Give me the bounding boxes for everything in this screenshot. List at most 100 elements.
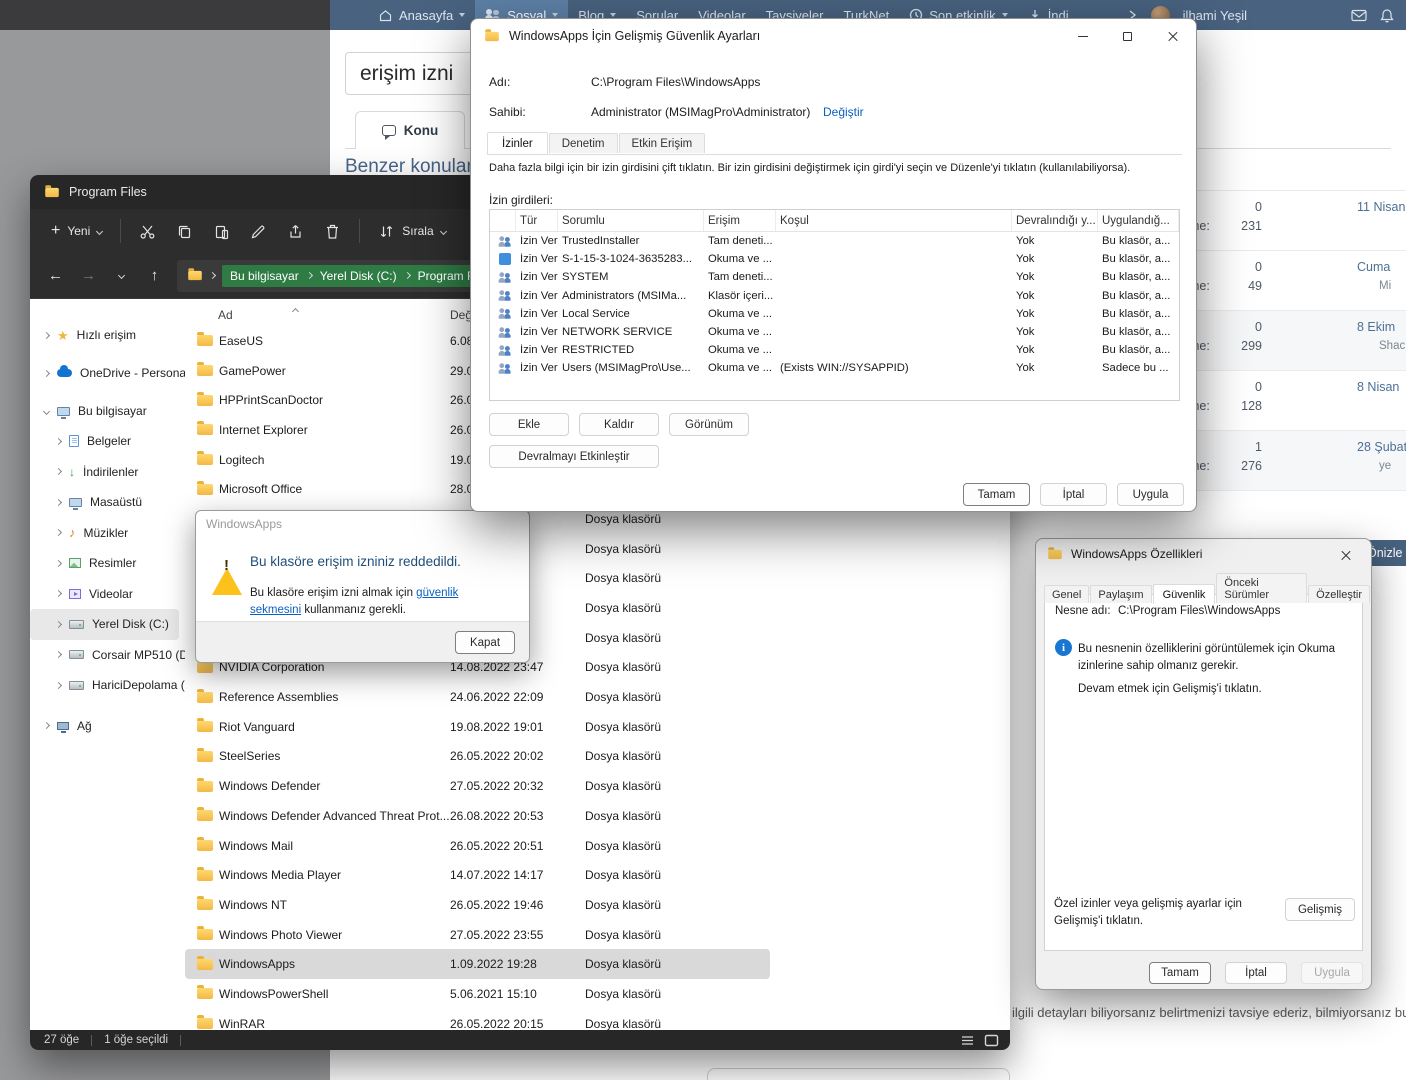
column-type[interactable]: Tür [516, 210, 558, 231]
permission-entry-row[interactable]: İzin Ver NETWORK SERVICE Okuma ve ... Yok Bu… [490, 323, 1179, 341]
close-button[interactable] [1150, 20, 1195, 53]
icons-view-button[interactable] [982, 1032, 1000, 1048]
dialog-title-bar[interactable]: WindowsApps [196, 511, 529, 537]
tab-genel[interactable]: Genel [1044, 585, 1090, 603]
back-button[interactable] [40, 260, 71, 291]
permission-entry-row[interactable]: İzin Ver Users (MSIMagPro\Use... Okuma ve … [490, 359, 1179, 377]
ok-button[interactable]: Tamam [1149, 962, 1211, 984]
file-row[interactable]: Reference Assemblies 24.06.2022 22:09 Dosy… [185, 682, 1010, 712]
file-row[interactable]: Windows NT 26.05.2022 19:46 Dosya klasörü [185, 890, 1010, 920]
column-header-date[interactable]: Değ [450, 308, 472, 322]
file-row-selected[interactable]: WindowsApps 1.09.2022 19:28 Dosya klasörü [185, 949, 770, 980]
sidebar-item-this-pc[interactable]: Bu bilgisayar [30, 396, 185, 426]
column-access[interactable]: Erişim [704, 210, 776, 231]
sidebar-item-indirilenler[interactable]: İndirilenler [30, 457, 185, 488]
column-header-name[interactable]: Ad [218, 308, 233, 322]
sidebar-item-network[interactable]: Ağ [30, 711, 185, 741]
thread-date-link[interactable]: 8 Ekim [1357, 320, 1395, 334]
address-selected-path[interactable]: Bu bilgisayar Yerel Disk (C:) Program Fi… [222, 264, 501, 287]
thread-date-link[interactable]: 8 Nisan [1357, 380, 1399, 394]
sort-button[interactable]: Sırala [369, 216, 454, 247]
file-row[interactable]: Windows Photo Viewer 27.05.2022 23:55 Dosy… [185, 920, 1010, 950]
ok-button[interactable]: Tamam [963, 483, 1030, 506]
share-button[interactable] [278, 216, 313, 247]
column-condition[interactable]: Koşul [776, 210, 1012, 231]
new-button[interactable]: Yeni [42, 216, 111, 246]
file-row[interactable]: Windows Defender Advanced Threat Prot...… [185, 801, 1010, 831]
file-row[interactable]: WindowsPowerShell 5.06.2021 15:10 Dosya kl… [185, 979, 1010, 1009]
permission-entry-row[interactable]: İzin Ver TrustedInstaller Tam deneti... Yok… [490, 232, 1179, 250]
sort-ascending-icon[interactable] [291, 307, 300, 316]
sidebar-item-masaustu[interactable]: Masaüstü [30, 487, 185, 518]
thread-date-link[interactable]: 11 Nisan [1357, 200, 1405, 214]
file-row[interactable]: Windows Defender 27.05.2022 20:32 Dosya kl… [185, 771, 1010, 801]
up-button[interactable] [139, 260, 170, 291]
apply-button[interactable]: Uygula [1301, 962, 1363, 984]
dialog-title-bar[interactable]: WindowsApps Özellikleri [1036, 539, 1371, 569]
close-dialog-button[interactable]: Kapat [455, 631, 515, 654]
enable-inheritance-button[interactable]: Devralmayı Etkinleştir [489, 445, 659, 468]
sidebar-item-corsair-d[interactable]: Corsair MP510 (D:) [30, 640, 185, 671]
permission-entry-row[interactable]: İzin Ver S-1-15-3-1024-3635283... Okuma ve… [490, 250, 1179, 268]
column-principal[interactable]: Sorumlu [558, 210, 704, 231]
tab-guvenlik[interactable]: Güvenlik [1152, 584, 1216, 604]
thread-author[interactable]: ye [1379, 460, 1391, 472]
tab-konu[interactable]: Konu [355, 111, 465, 149]
tab-ozellestir[interactable]: Özelleştir [1308, 585, 1370, 603]
view-button[interactable]: Görünüm [669, 413, 749, 436]
permission-entry-row[interactable]: İzin Ver Local Service Okuma ve ... Yok Bu k… [490, 305, 1179, 323]
forward-button[interactable] [73, 260, 104, 291]
remove-button[interactable]: Kaldır [579, 413, 659, 436]
change-owner-link[interactable]: Değiştir [823, 105, 864, 119]
column-inherited[interactable]: Devralındığı y... [1012, 210, 1098, 231]
sidebar-item-yerel-disk-c[interactable]: Yerel Disk (C:) [30, 609, 179, 640]
sidebar-item-resimler[interactable]: Resimler [30, 548, 185, 579]
permission-entry-row[interactable]: İzin Ver RESTRICTED Okuma ve ... Yok Bu klas… [490, 341, 1179, 359]
cut-button[interactable] [130, 216, 165, 247]
nav-item-anasayfa[interactable]: Anasayfa [368, 0, 475, 30]
add-button[interactable]: Ekle [489, 413, 569, 436]
thread-author[interactable]: Mi [1379, 280, 1391, 292]
advanced-button[interactable]: Gelişmiş [1285, 898, 1355, 921]
tab-paylasim[interactable]: Paylaşım [1090, 585, 1152, 603]
column-applies[interactable]: Uygulandığ... [1098, 210, 1179, 231]
sidebar-item-muzikler[interactable]: Müzikler [30, 518, 185, 549]
thread-date-link[interactable]: 28 Şubat [1357, 440, 1406, 454]
sidebar-item-belgeler[interactable]: Belgeler [30, 426, 185, 457]
sidebar-item-onedrive[interactable]: OneDrive - Personal [30, 358, 185, 388]
file-row[interactable]: SteelSeries 26.05.2022 20:02 Dosya klasörü [185, 742, 1010, 772]
mail-icon[interactable] [1351, 9, 1367, 22]
tab-onceki-surumler[interactable]: Önceki Sürümler [1216, 573, 1308, 603]
thread-date-link[interactable]: Cuma [1357, 260, 1390, 274]
minimize-button[interactable] [1060, 20, 1105, 53]
tab-denetim[interactable]: Denetim [548, 133, 618, 153]
tab-izinler[interactable]: İzinler [487, 132, 548, 154]
maximize-button[interactable] [1105, 20, 1150, 53]
file-row[interactable]: Windows Mail 26.05.2022 20:51 Dosya klasör… [185, 831, 1010, 861]
chevron-right-icon [42, 369, 51, 377]
paste-button[interactable] [204, 216, 239, 247]
star-icon [57, 329, 69, 342]
close-button[interactable] [1327, 543, 1365, 567]
tab-etkin-erisim[interactable]: Etkin Erişim [618, 133, 706, 153]
file-row[interactable]: Riot Vanguard 19.08.2022 19:01 Dosya klasö… [185, 712, 1010, 742]
details-view-button[interactable] [958, 1032, 976, 1048]
file-row[interactable]: Windows Media Player 14.07.2022 14:17 Dosy… [185, 860, 1010, 890]
permission-entry-row[interactable]: İzin Ver SYSTEM Tam deneti... Yok Bu klasör,… [490, 268, 1179, 286]
copy-button[interactable] [167, 216, 202, 247]
breadcrumb-this-pc[interactable]: Bu bilgisayar [230, 269, 299, 283]
thread-author[interactable]: Shac [1379, 340, 1405, 352]
cancel-button[interactable]: İptal [1040, 483, 1107, 506]
sidebar-item-harici-e[interactable]: HariciDepolama (E [30, 670, 185, 701]
recent-locations-button[interactable] [106, 260, 137, 291]
reply-editor-box[interactable] [707, 1068, 1010, 1080]
sidebar-item-quick-access[interactable]: Hızlı erişim [30, 320, 185, 350]
delete-button[interactable] [315, 216, 350, 247]
apply-button[interactable]: Uygula [1117, 483, 1184, 506]
breadcrumb-drive-c[interactable]: Yerel Disk (C:) [320, 269, 397, 283]
permission-entry-row[interactable]: İzin Ver Administrators (MSIMa... Klasör i… [490, 287, 1179, 305]
rename-button[interactable] [241, 216, 276, 247]
sidebar-item-videolar[interactable]: Videolar [30, 579, 185, 610]
cancel-button[interactable]: İptal [1225, 962, 1287, 984]
bell-icon[interactable] [1380, 8, 1394, 23]
